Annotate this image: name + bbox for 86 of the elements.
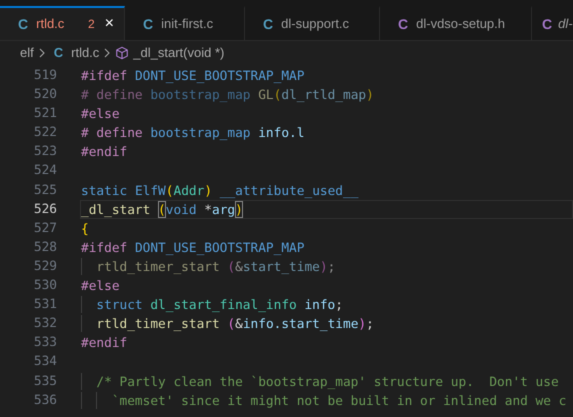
c-file-icon: C — [398, 14, 408, 34]
code-token: bootstrap_map — [149, 87, 251, 104]
code-token: Addr — [173, 182, 204, 199]
code-token: DONT_USE_BOOTSTRAP_MAP — [134, 240, 304, 256]
breadcrumb-symbol[interactable]: _dl_start(void *) — [133, 43, 224, 63]
code-token: #else — [81, 278, 120, 294]
code-token: #ifdef — [81, 68, 128, 84]
code-token: ( — [166, 182, 174, 199]
c-file-icon: C — [18, 14, 28, 34]
code-token: rtld_timer_start — [96, 316, 221, 332]
code-token: ) — [358, 316, 366, 332]
code-token: ; — [335, 297, 343, 314]
breadcrumb-folder[interactable]: elf — [20, 43, 34, 63]
line-number: 520 — [32, 86, 57, 104]
code-token: & — [235, 258, 243, 276]
line-number: 533 — [32, 334, 57, 352]
line-number: 532 — [32, 315, 57, 334]
code-token: #ifdef — [81, 240, 128, 256]
code-token: * — [203, 202, 212, 218]
line-number: 522 — [32, 124, 57, 142]
code-token: static — [81, 182, 128, 199]
c-file-icon: C — [542, 14, 552, 34]
code-token: _dl_start — [81, 202, 152, 218]
editor-tab[interactable]: C rtld.c 2 × — [0, 6, 125, 40]
code-token: #endif — [81, 335, 128, 352]
chevron-icon — [38, 48, 46, 58]
line-number: 531 — [32, 296, 57, 314]
code-token: `memset' since it might not be built in or inlined and we c — [112, 392, 566, 409]
code-token: ; — [328, 258, 336, 276]
code-token: void — [166, 202, 197, 218]
code-token: info.start_time — [242, 316, 358, 332]
code-token: ; — [366, 316, 374, 332]
code-token: ) — [235, 200, 243, 218]
tab-label: dl- — [558, 15, 573, 34]
line-number: 523 — [32, 143, 57, 162]
code-token: rtld_timer_start — [96, 258, 221, 276]
line-number: 526 — [32, 200, 57, 219]
code-token: ) — [366, 87, 374, 104]
line-number: 536 — [32, 392, 57, 410]
tab-label: init-first.c — [161, 15, 214, 34]
code-token: struct — [96, 297, 143, 314]
code-token: ( — [227, 258, 236, 276]
code-token: #endif — [81, 144, 128, 160]
code-token: DONT_USE_BOOTSTRAP_MAP — [134, 68, 304, 84]
code-token: ( — [274, 87, 282, 104]
code-token: start_time — [242, 258, 320, 276]
code-token: ) — [320, 258, 328, 276]
line-number: 525 — [32, 182, 57, 200]
code-token: dl_rtld_map — [281, 87, 366, 104]
c-file-icon: C — [263, 14, 274, 34]
line-number: 519 — [32, 67, 57, 85]
line-number: 529 — [32, 258, 57, 276]
code-token: ( — [158, 200, 166, 218]
code-token: GL — [257, 87, 274, 104]
line-number: 535 — [32, 372, 57, 390]
tab-label: dl-support.c — [281, 15, 350, 34]
code-token: ( — [227, 316, 236, 332]
line-number: 524 — [32, 162, 57, 180]
tab-label: rtld.c — [36, 15, 64, 34]
code-token: info.l — [257, 125, 304, 142]
c-file-icon: C — [143, 14, 154, 34]
code-token: ) — [204, 182, 212, 199]
line-number: 527 — [32, 220, 57, 238]
close-button[interactable]: × — [102, 16, 116, 32]
code-token: arg — [212, 202, 236, 218]
line-number: 521 — [32, 105, 57, 124]
code-token: # define — [81, 125, 143, 142]
chevron-icon — [103, 48, 112, 58]
code-token: bootstrap_map — [149, 125, 251, 142]
code-token: #else — [81, 106, 120, 122]
code-token: info — [303, 297, 336, 314]
code-token: dl_start_final_info — [149, 297, 297, 314]
code-token: # define — [81, 87, 143, 104]
line-number: 530 — [32, 277, 57, 296]
line-number: 534 — [32, 353, 57, 372]
c-file-icon: C — [54, 43, 64, 63]
breadcrumb-file[interactable]: rtld.c — [71, 43, 100, 63]
problem-count: 2 — [88, 16, 95, 33]
code-token: __attribute_used__ — [218, 182, 358, 199]
code-token: & — [235, 316, 243, 332]
tab-label: dl-vdso-setup.h — [416, 15, 506, 34]
cube-icon — [115, 46, 130, 60]
code-token: ElfW — [134, 182, 166, 199]
line-number: 528 — [32, 238, 57, 257]
code-token: /* Partly clean the `bootstrap_map' structure up. Don't use — [96, 374, 559, 390]
code-token: { — [81, 220, 89, 237]
